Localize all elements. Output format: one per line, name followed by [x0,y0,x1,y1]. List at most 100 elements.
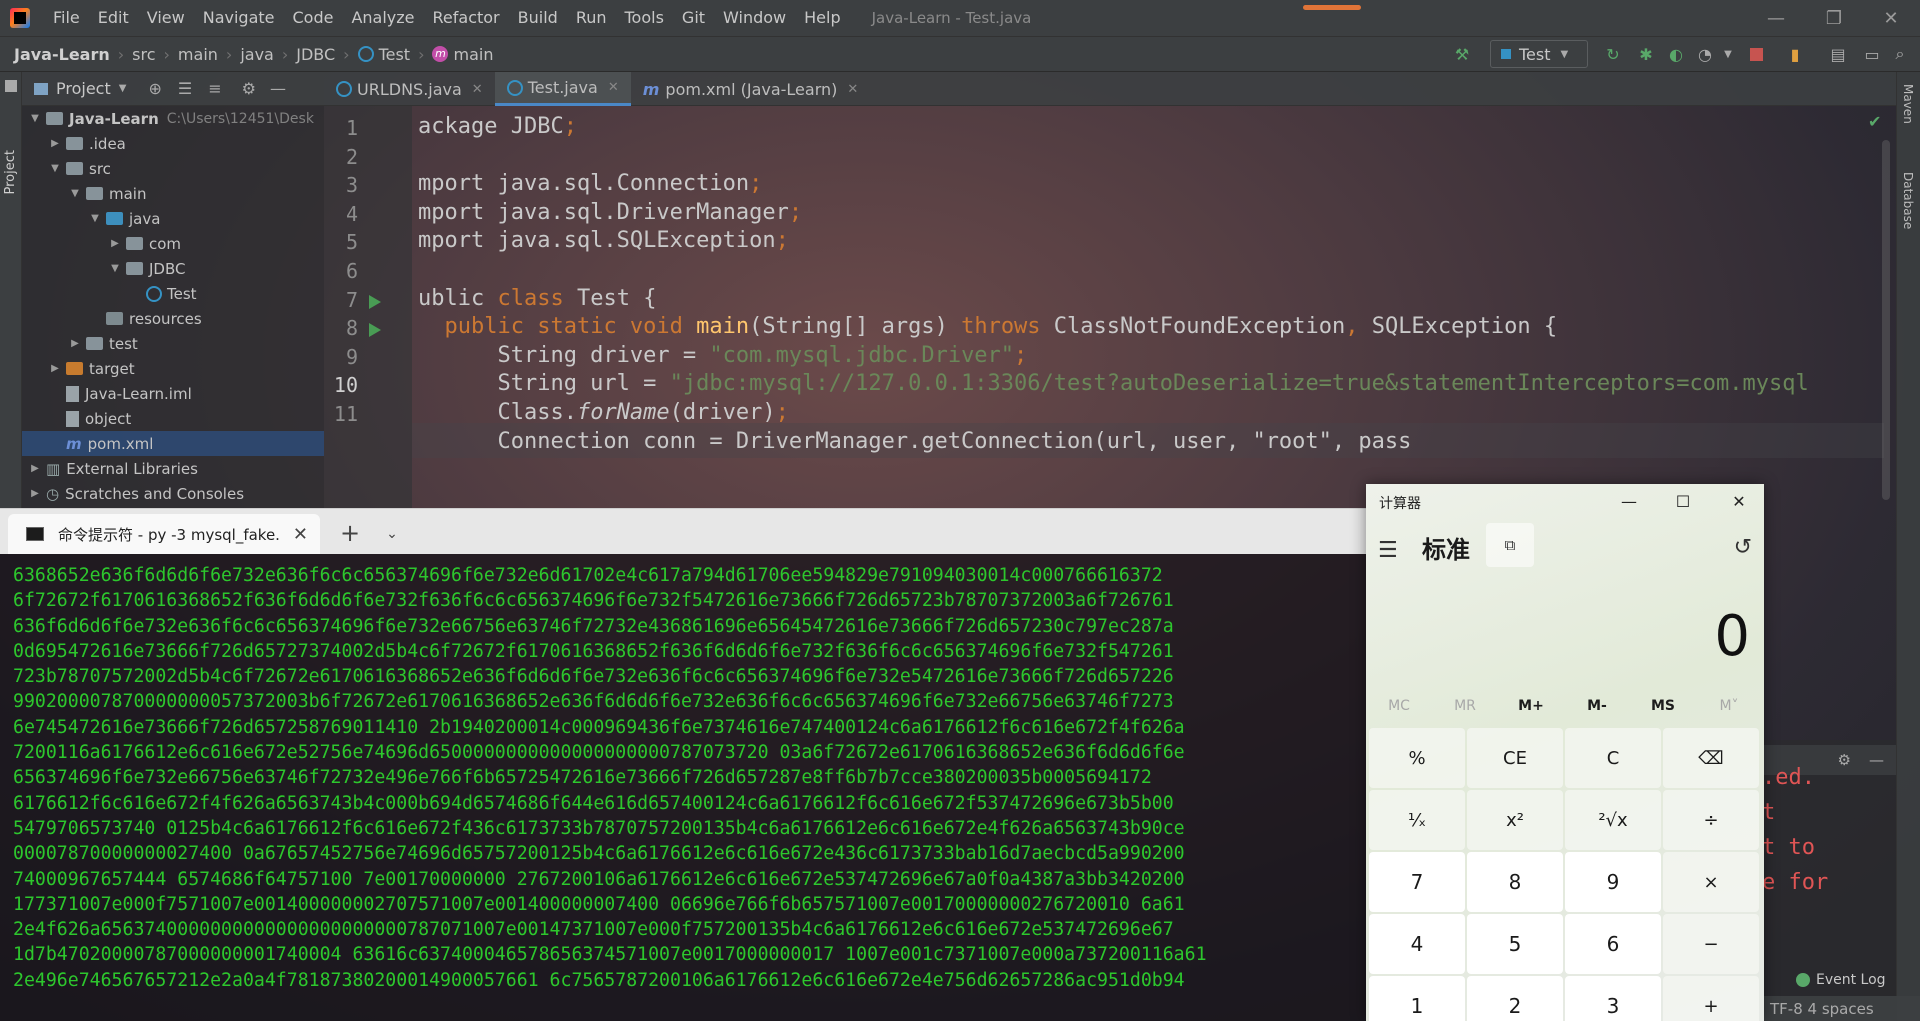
hide-panel-icon[interactable]: — [270,79,286,98]
tree-item-src[interactable]: ▼ src [22,156,324,181]
multiply-key[interactable]: × [1663,852,1759,912]
new-tab-button[interactable]: + [340,514,360,554]
run-configuration-select[interactable]: Test ▼ [1490,40,1588,68]
run-gutter-icon[interactable] [369,323,381,338]
menu-analyze[interactable]: Analyze [342,0,423,36]
digit-1-key[interactable]: 1 [1369,976,1465,1021]
terminal-tab[interactable]: 命令提示符 - py -3 mysql_fake. ✕ [8,514,320,554]
digit-2-key[interactable]: 2 [1467,976,1563,1021]
collapse-all-icon[interactable]: ≡ [208,79,221,98]
database-tool-button[interactable]: Database [1901,172,1915,229]
coverage-icon[interactable]: ◐ [1666,44,1686,64]
inspection-ok-icon[interactable]: ✔ [1868,112,1881,131]
close-tab-icon[interactable]: ✕ [847,82,858,97]
tree-item-resources[interactable]: resources [22,306,324,331]
sqrt-key[interactable]: ²√x [1565,790,1661,850]
calc-maximize-button[interactable]: ☐ [1660,484,1706,518]
tree-item-object[interactable]: object [22,406,324,431]
memory-m-plus-button[interactable]: M+ [1498,698,1564,714]
stop-icon[interactable] [1746,44,1766,64]
chevron-right-icon[interactable]: ▶ [48,363,62,374]
add-key[interactable]: + [1663,976,1759,1021]
close-tab-icon[interactable]: ✕ [293,524,308,545]
tree-item-scratches-and-consoles[interactable]: ▶ ◷ Scratches and Consoles [22,481,324,506]
memory-mr-button[interactable]: MR [1432,698,1498,714]
editor-scrollbar[interactable] [1882,140,1890,500]
divide-key[interactable]: ÷ [1663,790,1759,850]
chevron-down-icon[interactable]: ▼ [68,188,82,199]
hamburger-menu-icon[interactable]: ☰ [1378,538,1398,563]
close-tab-icon[interactable]: ✕ [472,82,483,97]
menu-tools[interactable]: Tools [616,0,673,36]
tree-item-java[interactable]: ▼ java [22,206,324,231]
maximize-window-button[interactable]: ❐ [1805,0,1863,36]
run-gutter-icon[interactable] [369,294,381,309]
breadcrumb-project[interactable]: Java-Learn [14,45,110,64]
breadcrumb-jdbc[interactable]: JDBC [296,45,335,64]
square-key[interactable]: x² [1467,790,1563,850]
keep-on-top-icon[interactable]: ⧉ [1486,523,1534,567]
menu-help[interactable]: Help [795,0,849,36]
project-view-selector[interactable]: Project [56,79,111,98]
percent-key[interactable]: % [1369,728,1465,788]
editor-tab-pom-xml[interactable]: m pom.xml (Java-Learn) ✕ [631,72,871,106]
digit-8-key[interactable]: 8 [1467,852,1563,912]
tree-item-test[interactable]: Test [22,281,324,306]
close-window-button[interactable]: ✕ [1862,0,1920,36]
digit-5-key[interactable]: 5 [1467,914,1563,974]
tree-item-java-learn[interactable]: ▼ Java-Learn C:\Users\12451\Desk [22,106,324,131]
digit-3-key[interactable]: 3 [1565,976,1661,1021]
build-hammer-icon[interactable]: ⚒ [1452,44,1472,64]
menu-run[interactable]: Run [567,0,616,36]
menu-refactor[interactable]: Refactor [424,0,509,36]
tree-item-test[interactable]: ▶ test [22,331,324,356]
profile-dropdown-icon[interactable]: ▼ [1718,44,1738,64]
menu-build[interactable]: Build [509,0,567,36]
debug-bug-icon[interactable]: ✱ [1636,44,1656,64]
memory-mc-button[interactable]: MC [1366,698,1432,714]
tree-item--idea[interactable]: ▶ .idea [22,131,324,156]
breadcrumb-class[interactable]: Test [357,45,410,64]
chevron-right-icon[interactable]: ▶ [68,338,82,349]
menu-edit[interactable]: Edit [89,0,138,36]
profile-icon[interactable]: ◔ [1695,44,1715,64]
tree-item-jdbc[interactable]: ▼ JDBC [22,256,324,281]
layout-icon[interactable]: ▭ [1862,44,1882,64]
rerun-icon[interactable]: ↻ [1603,44,1623,64]
maven-tool-button[interactable]: Maven [1901,84,1915,124]
memory-m-minus-button[interactable]: M- [1564,698,1630,714]
history-icon[interactable]: ↺ [1734,535,1752,560]
gear-icon[interactable]: ⚙ [242,79,256,98]
calc-close-button[interactable]: ✕ [1716,484,1762,518]
code-editor[interactable]: ackage JDBC; mport java.sql.Connection; mp… [412,106,1884,512]
chevron-down-icon[interactable]: ▼ [48,163,62,174]
editor-tab-urldns-java[interactable]: URLDNS.java ✕ [324,72,495,106]
tree-item-target[interactable]: ▶ target [22,356,324,381]
menu-view[interactable]: View [138,0,194,36]
breadcrumb-java[interactable]: java [240,45,274,64]
editor-tab-test-java[interactable]: Test.java ✕ [494,72,631,106]
calc-minimize-button[interactable]: — [1606,484,1652,518]
chevron-right-icon[interactable]: ▶ [28,488,42,499]
chevron-down-icon[interactable]: ⌄ [386,514,398,554]
terminal-output[interactable]: 6368652e636f6d6d6f6e732e636f6c6c65637469… [0,554,1366,1021]
chevron-down-icon[interactable]: ▼ [28,113,42,124]
locate-target-icon[interactable]: ⊕ [148,79,161,98]
clear-entry-key[interactable]: CE [1467,728,1563,788]
search-everywhere-icon[interactable]: ⌕ [1890,44,1910,64]
chevron-down-icon[interactable]: ▼ [119,83,127,94]
reciprocal-key[interactable]: ¹⁄ₓ [1369,790,1465,850]
breadcrumb-method[interactable]: m main [432,45,493,64]
tree-item-java-learn-iml[interactable]: Java-Learn.iml [22,381,324,406]
encoding-status[interactable]: TF-8 4 spaces [1770,1000,1874,1018]
event-log-button[interactable]: Event Log [1796,972,1886,988]
tree-item-external-libraries[interactable]: ▶ ▥ External Libraries [22,456,324,481]
project-tool-button[interactable]: Project [3,150,19,194]
memory-m-list-button[interactable]: M˅ [1696,698,1762,714]
menu-window[interactable]: Window [714,0,795,36]
digit-6-key[interactable]: 6 [1565,914,1661,974]
chevron-right-icon[interactable]: ▶ [48,138,62,149]
chevron-right-icon[interactable]: ▶ [28,463,42,474]
digit-4-key[interactable]: 4 [1369,914,1465,974]
subtract-key[interactable]: − [1663,914,1759,974]
